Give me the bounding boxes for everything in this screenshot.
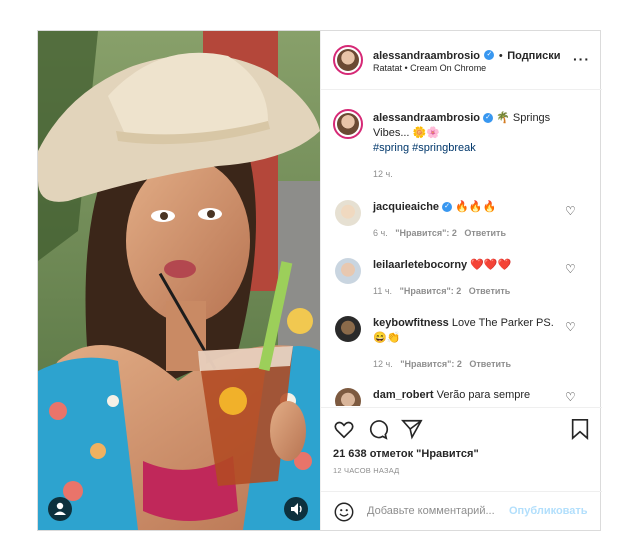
comment-time[interactable]: 11 ч.: [373, 286, 392, 296]
commenter-avatar[interactable]: [335, 388, 361, 406]
comment-username[interactable]: dam_robert: [373, 389, 434, 401]
commenter-avatar[interactable]: [335, 200, 361, 226]
comment-text: Verão para sempre: [436, 389, 531, 401]
post-actions: 21 638 отметок "Нравится" 12 ЧАСОВ НАЗАД: [321, 407, 602, 480]
comment-likes[interactable]: "Нравится": 2: [400, 286, 462, 296]
comment-username[interactable]: jacquieaiche: [373, 201, 439, 213]
list-item: keybowfitness Love The Parker PS. 😄👏 12 …: [321, 310, 602, 380]
like-comment-icon[interactable]: ♡: [565, 320, 576, 334]
like-comment-icon[interactable]: ♡: [565, 390, 576, 404]
like-icon[interactable]: [333, 418, 355, 440]
caption-hashtags[interactable]: #spring #springbreak: [373, 142, 476, 154]
likes-count[interactable]: 21 638 отметок "Нравится": [333, 448, 479, 460]
instagram-post: alessandraambrosio ✓ • Подписки Ratatat …: [37, 30, 602, 531]
reply-button[interactable]: Ответить: [469, 286, 511, 296]
comment-time[interactable]: 12 ч.: [373, 359, 393, 369]
header-dot: •: [498, 50, 503, 62]
audio-track[interactable]: Ratatat • Cream On Chrome: [373, 63, 486, 73]
author-username[interactable]: alessandraambrosio: [373, 50, 480, 62]
caption-avatar[interactable]: [333, 109, 363, 139]
user-tag-icon[interactable]: [48, 497, 72, 521]
photo-illustration: [38, 31, 320, 530]
share-icon[interactable]: [401, 418, 423, 440]
post-time: 12 ЧАСОВ НАЗАД: [333, 466, 400, 475]
post-header: alessandraambrosio ✓ • Подписки Ratatat …: [321, 31, 602, 90]
comment-username[interactable]: leilaarletebocorny: [373, 259, 467, 271]
more-options-icon[interactable]: ···: [573, 51, 590, 67]
comments-list: jacquieaiche ✓ 🔥🔥🔥 6 ч. "Нравится": 2 От…: [321, 194, 602, 406]
comment-input[interactable]: Добавьте комментарий...: [367, 505, 495, 517]
save-icon[interactable]: [569, 418, 591, 440]
author-avatar[interactable]: [333, 45, 363, 75]
add-comment-bar: Добавьте комментарий... Опубликовать: [321, 491, 602, 531]
reply-button[interactable]: Ответить: [464, 228, 506, 238]
emoji-icon[interactable]: [333, 501, 355, 523]
like-comment-icon[interactable]: ♡: [565, 262, 576, 276]
list-item: dam_robert Verão para sempre ♡: [321, 382, 602, 406]
caption-username[interactable]: alessandraambrosio: [373, 112, 480, 124]
caption-time[interactable]: 12 ч.: [373, 169, 393, 179]
commenter-avatar[interactable]: [335, 258, 361, 284]
list-item: leilaarletebocorny ❤️❤️❤️ 11 ч. "Нравитс…: [321, 252, 602, 310]
verified-icon: ✓: [442, 202, 453, 213]
comment-likes[interactable]: "Нравится": 2: [395, 228, 457, 238]
comment-icon[interactable]: [367, 418, 389, 440]
comment-text: ❤️❤️❤️: [470, 259, 512, 271]
post-photo[interactable]: [38, 31, 320, 530]
verified-icon: ✓: [483, 113, 494, 124]
audio-mute-icon[interactable]: [284, 497, 308, 521]
like-comment-icon[interactable]: ♡: [565, 204, 576, 218]
comment-username[interactable]: keybowfitness: [373, 317, 449, 329]
publish-button[interactable]: Опубликовать: [509, 505, 588, 517]
verified-icon: ✓: [484, 49, 495, 60]
reply-button[interactable]: Ответить: [469, 359, 511, 369]
comment-text: 🔥🔥🔥: [455, 201, 497, 213]
comment-likes[interactable]: "Нравится": 2: [400, 359, 462, 369]
list-item: jacquieaiche ✓ 🔥🔥🔥 6 ч. "Нравится": 2 От…: [321, 194, 602, 252]
post-side-panel: alessandraambrosio ✓ • Подписки Ratatat …: [320, 31, 602, 530]
commenter-avatar[interactable]: [335, 316, 361, 342]
follow-status[interactable]: Подписки: [507, 50, 560, 62]
comment-time[interactable]: 6 ч.: [373, 228, 388, 238]
